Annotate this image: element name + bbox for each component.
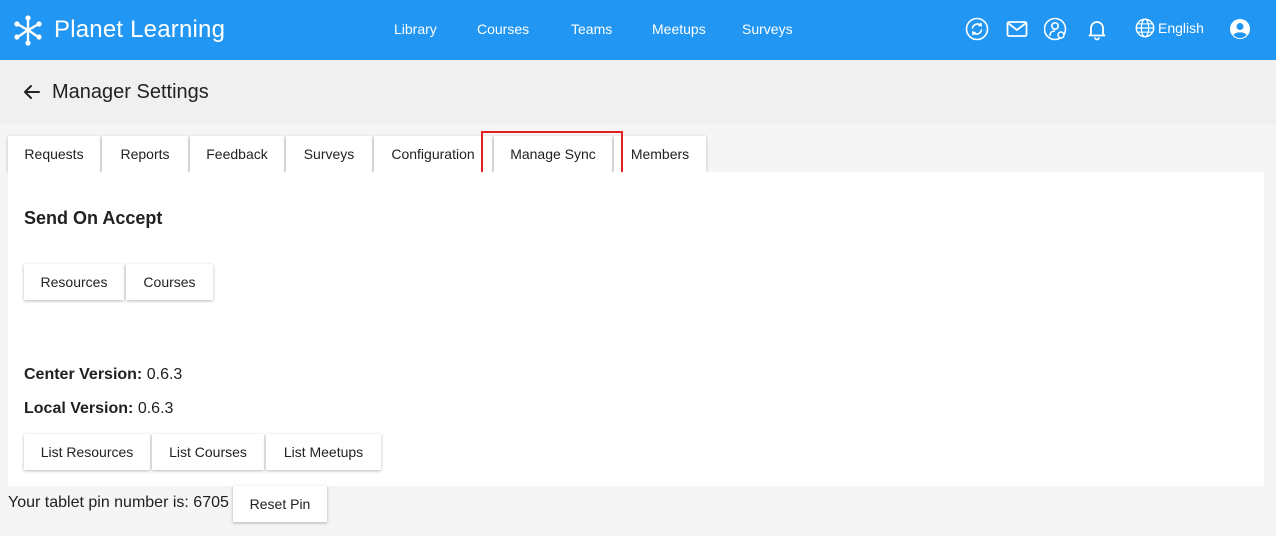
nav-courses[interactable]: Courses	[477, 21, 529, 37]
courses-button[interactable]: Courses	[126, 264, 213, 300]
list-meetups-button[interactable]: List Meetups	[266, 434, 381, 470]
brand[interactable]: Planet Learning	[10, 10, 225, 50]
nav-teams[interactable]: Teams	[571, 21, 612, 37]
send-on-accept-title: Send On Accept	[24, 208, 163, 228]
sync-icon[interactable]	[965, 17, 989, 41]
page-title: Manager Settings	[52, 81, 209, 103]
list-resources-button[interactable]: List Resources	[24, 434, 150, 470]
account-icon[interactable]	[1228, 17, 1252, 41]
local-version: Local Version: 0.6.3	[24, 400, 173, 418]
center-version: Center Version: 0.6.3	[24, 366, 182, 384]
tablet-pin-text: Your tablet pin number is: 6705	[8, 494, 229, 511]
tab-feedback[interactable]: Feedback	[190, 136, 284, 172]
tab-manage-sync[interactable]: Manage Sync	[494, 136, 612, 172]
nav-library[interactable]: Library	[394, 21, 437, 37]
top-toolbar: Planet Learning Library Courses Teams Me…	[0, 0, 1276, 60]
globe-icon	[1135, 18, 1155, 38]
language-label: English	[1158, 20, 1204, 36]
tab-configuration[interactable]: Configuration	[374, 136, 492, 172]
list-courses-button[interactable]: List Courses	[152, 434, 264, 470]
page-header: Manager Settings	[0, 60, 1276, 124]
mail-icon[interactable]	[1005, 17, 1029, 41]
nav-surveys[interactable]: Surveys	[742, 21, 793, 37]
center-version-label: Center Version:	[24, 366, 143, 383]
local-version-value: 0.6.3	[137, 400, 174, 417]
local-version-label: Local Version:	[24, 400, 134, 417]
resources-button[interactable]: Resources	[24, 264, 124, 300]
tab-surveys[interactable]: Surveys	[286, 136, 372, 172]
app-name: Planet Learning	[54, 16, 226, 43]
user-settings-icon[interactable]	[1044, 17, 1068, 41]
bell-icon[interactable]	[1085, 17, 1109, 41]
back-arrow-icon[interactable]	[22, 82, 42, 102]
nav-meetups[interactable]: Meetups	[652, 21, 706, 37]
reset-pin-button[interactable]: Reset Pin	[233, 486, 327, 522]
language-selector[interactable]: English	[1134, 17, 1204, 39]
center-version-value: 0.6.3	[146, 366, 183, 383]
tab-reports[interactable]: Reports	[102, 136, 188, 172]
tab-members[interactable]: Members	[614, 136, 706, 172]
tab-requests[interactable]: Requests	[8, 136, 100, 172]
planet-logo-icon	[14, 15, 42, 46]
